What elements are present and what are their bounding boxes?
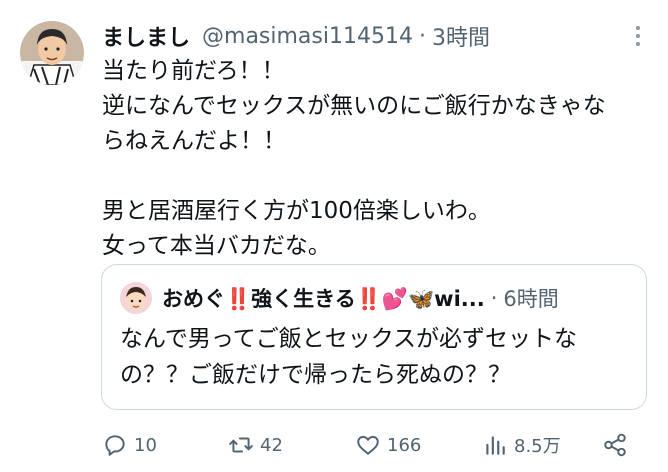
quoted-display-name: おめぐ‼️強く生きる‼️💕🦋wi... [162,287,485,311]
retweet-count: 42 [260,434,283,456]
more-icon[interactable] [628,22,648,50]
quoted-tweet[interactable]: おめぐ‼️強く生きる‼️💕🦋wi... · 6時間 なんで男ってご飯とセックスが… [101,264,647,410]
quoted-time: 6時間 [503,287,559,311]
avatar-image [20,21,84,85]
tweet-actions: 10 42 166 8.5万 [102,428,642,462]
tweet-text: 当たり前だろ！！ 逆になんでセックスが無いのにご飯行かなきゃな らねえんだよ！！… [102,58,606,259]
quoted-header: おめぐ‼️強く生きる‼️💕🦋wi... · 6時間 [120,281,559,315]
quoted-text: なんで男ってご飯とセックスが必ずセットな の？？ご飯だけで帰ったら死ぬの？？ [120,326,578,388]
share-button[interactable] [602,428,634,462]
quoted-avatar [120,282,152,314]
display-name[interactable]: ましまし [102,20,190,52]
reply-button[interactable]: 10 [102,428,157,462]
retweet-button[interactable]: 42 [228,428,283,462]
retweet-icon [229,437,253,453]
views-count: 8.5万 [514,436,561,457]
tweet-time[interactable]: 3時間 [432,20,490,52]
quoted-separator: · [490,286,498,310]
author-avatar[interactable] [20,21,84,85]
tweet-header: ましまし @masimasi114514 · 3時間 [102,18,490,54]
like-button[interactable]: 166 [355,428,421,462]
like-count: 166 [387,434,422,456]
reply-icon [105,435,125,456]
share-icon [604,433,626,457]
views-icon [486,436,505,455]
separator-dot: · [418,23,426,49]
reply-count: 10 [134,434,157,456]
quoted-avatar-image [120,282,152,314]
user-handle[interactable]: @masimasi114514 [202,24,413,49]
views-button[interactable]: 8.5万 [482,428,561,462]
like-icon [357,435,379,455]
